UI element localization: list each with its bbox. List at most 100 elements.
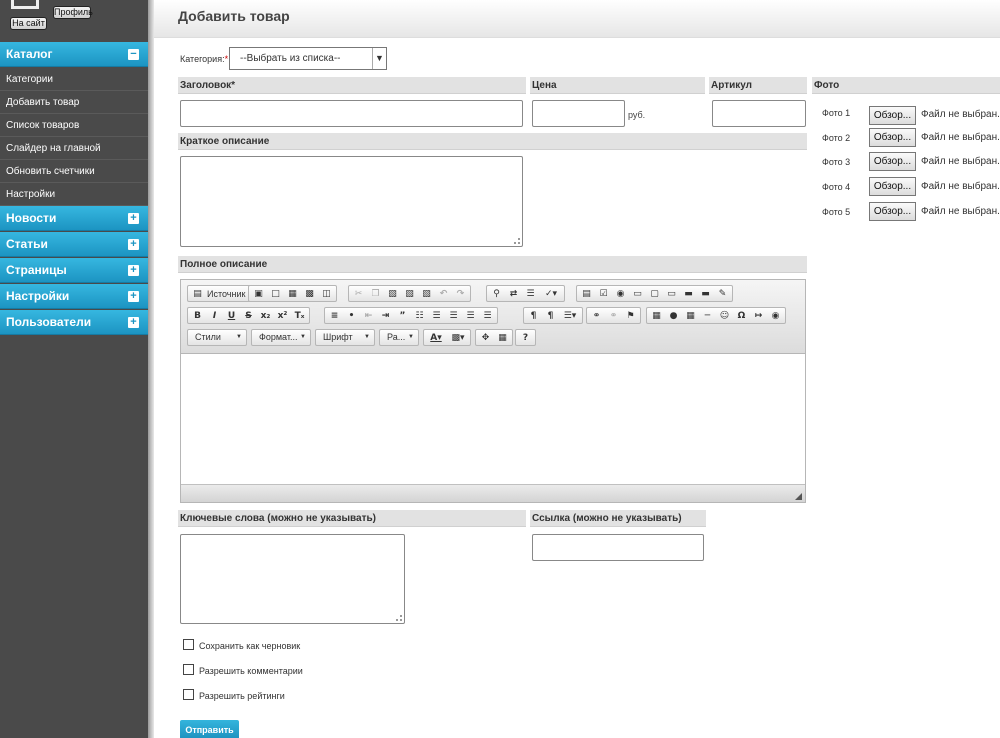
sku-input[interactable] — [712, 100, 806, 127]
sidebar-item-product-list[interactable]: Список товаров — [0, 114, 148, 137]
expand-icon[interactable]: + — [128, 239, 139, 250]
title-input[interactable] — [180, 100, 523, 127]
sidebar-section-settings[interactable]: Настройки + — [0, 284, 148, 309]
save-icon[interactable]: ▣ — [251, 287, 266, 301]
sidebar-item-update-counters[interactable]: Обновить счетчики — [0, 160, 148, 183]
hidden-field-icon[interactable]: ✎ — [715, 287, 730, 301]
browse-button-4[interactable]: Обзор... — [869, 177, 916, 196]
collapse-icon[interactable]: − — [128, 49, 139, 60]
button-icon[interactable]: ▬ — [681, 287, 696, 301]
submit-button[interactable]: Отправить — [180, 720, 239, 738]
comments-checkbox[interactable] — [183, 664, 194, 675]
remove-format-icon[interactable]: Tₓ — [292, 309, 307, 323]
textfield-icon[interactable]: ▭ — [630, 287, 645, 301]
resize-grip-icon[interactable] — [396, 615, 402, 621]
textarea-icon[interactable]: ▢ — [647, 287, 662, 301]
sidebar-item-categories[interactable]: Категории — [0, 68, 148, 91]
sidebar-section-pages[interactable]: Страницы + — [0, 258, 148, 283]
link-icon[interactable]: ⚭ — [589, 309, 604, 323]
ltr-icon[interactable]: ¶ — [526, 309, 541, 323]
font-combo[interactable]: Шрифт ▼ — [315, 329, 375, 346]
rating-checkbox[interactable] — [183, 689, 194, 700]
align-center-icon[interactable]: ☰ — [446, 309, 461, 323]
form-icon[interactable]: ▤ — [579, 287, 594, 301]
strike-icon[interactable]: S — [241, 309, 256, 323]
chevron-down-icon[interactable]: ▼ — [372, 48, 386, 69]
format-combo[interactable]: Формат... ▼ — [251, 329, 311, 346]
sidebar-section-users[interactable]: Пользователи + — [0, 310, 148, 335]
new-page-icon[interactable]: □ — [268, 287, 283, 301]
outdent-icon[interactable]: ⇤ — [361, 309, 376, 323]
expand-icon[interactable]: + — [128, 291, 139, 302]
cut-icon[interactable]: ✂ — [351, 287, 366, 301]
hr-icon[interactable]: ─ — [700, 309, 715, 323]
text-color-icon[interactable]: A▾ — [426, 331, 446, 345]
undo-icon[interactable]: ↶ — [436, 287, 451, 301]
table-icon[interactable]: ▦ — [683, 309, 698, 323]
browse-button-5[interactable]: Обзор... — [869, 202, 916, 221]
styles-combo[interactable]: Стили ▼ — [187, 329, 247, 346]
help-icon[interactable]: ? — [518, 331, 533, 345]
browse-button-1[interactable]: Обзор... — [869, 106, 916, 125]
resize-corner-icon[interactable] — [795, 493, 802, 500]
anchor-icon[interactable]: ⚑ — [623, 309, 638, 323]
indent-icon[interactable]: ⇥ — [378, 309, 393, 323]
language-icon[interactable]: ☰▾ — [560, 309, 580, 323]
copy-icon[interactable]: ❐ — [368, 287, 383, 301]
subscript-icon[interactable]: x₂ — [258, 309, 273, 323]
superscript-icon[interactable]: x² — [275, 309, 290, 323]
align-right-icon[interactable]: ☰ — [463, 309, 478, 323]
flash-icon[interactable]: ● — [666, 309, 681, 323]
profile-button[interactable]: Профиль — [53, 6, 93, 19]
select-all-icon[interactable]: ☰ — [523, 287, 538, 301]
underline-icon[interactable]: U — [224, 309, 239, 323]
paste-icon[interactable]: ▧ — [385, 287, 400, 301]
short-desc-textarea[interactable] — [180, 156, 523, 247]
sidebar-section-catalog[interactable]: Каталог − — [0, 42, 148, 67]
category-select[interactable]: --Выбрать из списка-- ▼ — [229, 47, 387, 70]
source-button-label[interactable]: Источник — [207, 289, 248, 299]
replace-icon[interactable]: ⇄ — [506, 287, 521, 301]
bg-color-icon[interactable]: ▩▾ — [448, 331, 468, 345]
iframe-icon[interactable]: ◉ — [768, 309, 783, 323]
expand-icon[interactable]: + — [128, 265, 139, 276]
sidebar-item-add-product[interactable]: Добавить товар — [0, 91, 148, 114]
bold-icon[interactable]: B — [190, 309, 205, 323]
templates-icon[interactable]: ◫ — [319, 287, 334, 301]
expand-icon[interactable]: + — [128, 317, 139, 328]
image-button-icon[interactable]: ▬ — [698, 287, 713, 301]
print-icon[interactable]: ▩ — [302, 287, 317, 301]
keywords-textarea[interactable] — [180, 534, 405, 624]
redo-icon[interactable]: ↷ — [453, 287, 468, 301]
align-left-icon[interactable]: ☰ — [429, 309, 444, 323]
rtl-icon[interactable]: ¶ — [543, 309, 558, 323]
find-icon[interactable]: ⚲ — [489, 287, 504, 301]
image-icon[interactable]: ▦ — [649, 309, 664, 323]
show-blocks-icon[interactable]: ▦ — [495, 331, 510, 345]
expand-icon[interactable]: + — [128, 213, 139, 224]
blockquote-icon[interactable]: ” — [395, 309, 410, 323]
browse-button-2[interactable]: Обзор... — [869, 128, 916, 147]
div-icon[interactable]: ☷ — [412, 309, 427, 323]
radio-icon[interactable]: ◉ — [613, 287, 628, 301]
maximize-icon[interactable]: ✥ — [478, 331, 493, 345]
italic-icon[interactable]: I — [207, 309, 222, 323]
size-combo[interactable]: Ра... ▼ — [379, 329, 419, 346]
sidebar-item-slider[interactable]: Слайдер на главной — [0, 137, 148, 160]
numbered-list-icon[interactable]: ≡ — [327, 309, 342, 323]
smiley-icon[interactable]: ☺ — [717, 309, 732, 323]
justify-icon[interactable]: ☰ — [480, 309, 495, 323]
select-icon[interactable]: ▭ — [664, 287, 679, 301]
draft-checkbox[interactable] — [183, 639, 194, 650]
paste-word-icon[interactable]: ▧ — [419, 287, 434, 301]
special-char-icon[interactable]: Ω — [734, 309, 749, 323]
browse-button-3[interactable]: Обзор... — [869, 152, 916, 171]
spellcheck-icon[interactable]: ✓▾ — [540, 287, 562, 301]
paste-text-icon[interactable]: ▧ — [402, 287, 417, 301]
unlink-icon[interactable]: ⚭ — [606, 309, 621, 323]
resize-grip-icon[interactable] — [514, 238, 520, 244]
bulleted-list-icon[interactable]: • — [344, 309, 359, 323]
source-icon[interactable]: ▤ — [190, 287, 205, 301]
preview-icon[interactable]: ▦ — [285, 287, 300, 301]
price-input[interactable] — [532, 100, 625, 127]
